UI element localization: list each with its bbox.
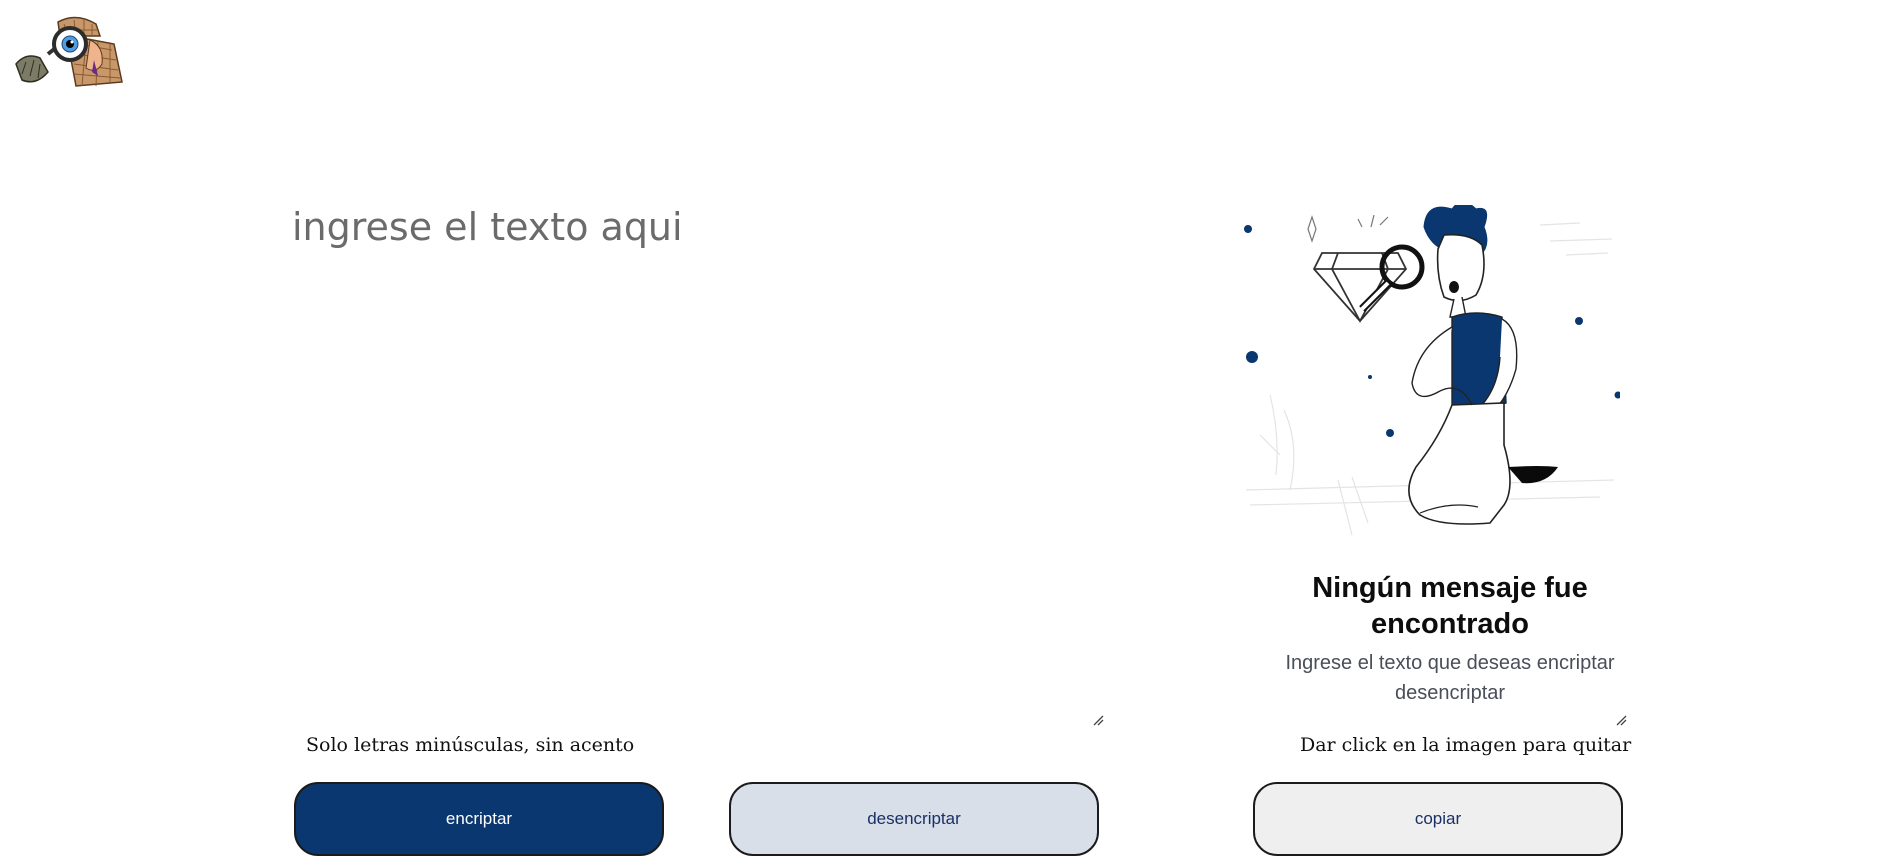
no-message-title: Ningún mensaje fue encontrado: [1312, 572, 1588, 640]
textarea-resize-handle[interactable]: [1092, 713, 1104, 726]
output-hint-text: Dar click en la imagen para quitar: [1300, 734, 1632, 756]
no-message-subtitle: Ingrese el texto que deseas encriptar de…: [1285, 652, 1615, 704]
message-input[interactable]: [292, 205, 1102, 723]
output-resize-handle[interactable]: [1615, 713, 1627, 726]
copy-button[interactable]: copiar: [1253, 782, 1623, 856]
encrypt-button[interactable]: encriptar: [294, 782, 664, 856]
no-message-illustration-icon[interactable]: [1240, 201, 1622, 545]
detective-logo-icon: [12, 14, 124, 88]
input-hint-text: Solo letras minúsculas, sin acento: [306, 734, 635, 756]
decrypt-button[interactable]: desencriptar: [729, 782, 1099, 856]
